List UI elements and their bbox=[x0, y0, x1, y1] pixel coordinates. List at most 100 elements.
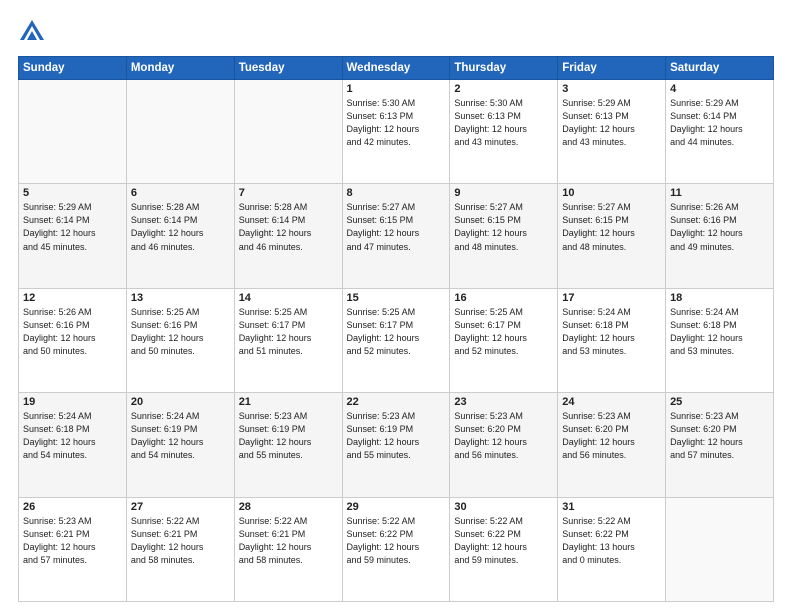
col-saturday: Saturday bbox=[666, 57, 774, 80]
day-number-25: 25 bbox=[670, 396, 769, 408]
week-row-1: 1 Sunrise: 5:30 AM Sunset: 6:13 PM Daylig… bbox=[19, 80, 774, 184]
day-number-10: 10 bbox=[562, 187, 661, 199]
col-tuesday: Tuesday bbox=[234, 57, 342, 80]
day-info-10: Sunrise: 5:27 AM Sunset: 6:15 PM Dayligh… bbox=[562, 201, 661, 253]
day-info-22: Sunrise: 5:23 AM Sunset: 6:19 PM Dayligh… bbox=[347, 410, 446, 462]
calendar-cell-3-4: 15Sunrise: 5:25 AM Sunset: 6:17 PM Dayli… bbox=[342, 288, 450, 392]
calendar-cell-4-6: 24 Sunrise: 5:23 AM Sunset: 6:20 PM Dayli… bbox=[558, 393, 666, 497]
day-number-20: 20 bbox=[131, 396, 230, 408]
calendar-cell-1-7: 4 Sunrise: 5:29 AM Sunset: 6:14 PM Daylig… bbox=[666, 80, 774, 184]
day-number-6: 6 bbox=[131, 187, 230, 199]
day-info-14: Sunrise: 5:25 AM Sunset: 6:17 PM Dayligh… bbox=[239, 306, 338, 358]
col-friday: Friday bbox=[558, 57, 666, 80]
calendar-cell-2-6: 10 Sunrise: 5:27 AM Sunset: 6:15 PM Dayli… bbox=[558, 184, 666, 288]
day-number-8: 8 bbox=[347, 187, 446, 199]
day-info-4: Sunrise: 5:29 AM Sunset: 6:14 PM Dayligh… bbox=[670, 97, 769, 149]
calendar-cell-5-6: 31 Sunrise: 5:22 AM Sunset: 6:22 PM Dayli… bbox=[558, 497, 666, 601]
day-number-31: 31 bbox=[562, 501, 661, 513]
calendar-cell-5-2: 27 Sunrise: 5:22 AM Sunset: 6:21 PM Dayli… bbox=[126, 497, 234, 601]
calendar-cell-3-6: 17 Sunrise: 5:24 AM Sunset: 6:18 PM Dayli… bbox=[558, 288, 666, 392]
day-info-7: Sunrise: 5:28 AM Sunset: 6:14 PM Dayligh… bbox=[239, 201, 338, 253]
logo-icon bbox=[18, 18, 46, 46]
day-info-16: Sunrise: 5:25 AM Sunset: 6:17 PM Dayligh… bbox=[454, 306, 553, 358]
day-info-28: Sunrise: 5:22 AM Sunset: 6:21 PM Dayligh… bbox=[239, 515, 338, 567]
day-info-20: Sunrise: 5:24 AM Sunset: 6:19 PM Dayligh… bbox=[131, 410, 230, 462]
week-row-5: 26 Sunrise: 5:23 AM Sunset: 6:21 PM Dayli… bbox=[19, 497, 774, 601]
week-row-3: 12 Sunrise: 5:26 AM Sunset: 6:16 PM Dayli… bbox=[19, 288, 774, 392]
day-number-26: 26 bbox=[23, 501, 122, 513]
day-number-21: 21 bbox=[239, 396, 338, 408]
header bbox=[18, 18, 774, 46]
day-number-19: 19 bbox=[23, 396, 122, 408]
day-info-27: Sunrise: 5:22 AM Sunset: 6:21 PM Dayligh… bbox=[131, 515, 230, 567]
day-number-13: 13 bbox=[131, 292, 230, 304]
day-info-31: Sunrise: 5:22 AM Sunset: 6:22 PM Dayligh… bbox=[562, 515, 661, 567]
day-number-24: 24 bbox=[562, 396, 661, 408]
col-wednesday: Wednesday bbox=[342, 57, 450, 80]
calendar-cell-1-4: 1 Sunrise: 5:30 AM Sunset: 6:13 PM Daylig… bbox=[342, 80, 450, 184]
calendar-cell-4-2: 20 Sunrise: 5:24 AM Sunset: 6:19 PM Dayli… bbox=[126, 393, 234, 497]
day-info-2: Sunrise: 5:30 AM Sunset: 6:13 PM Dayligh… bbox=[454, 97, 553, 149]
calendar-cell-3-5: 16 Sunrise: 5:25 AM Sunset: 6:17 PM Dayli… bbox=[450, 288, 558, 392]
day-info-21: Sunrise: 5:23 AM Sunset: 6:19 PM Dayligh… bbox=[239, 410, 338, 462]
day-number-17: 17 bbox=[562, 292, 661, 304]
calendar-cell-2-5: 9Sunrise: 5:27 AM Sunset: 6:15 PM Daylig… bbox=[450, 184, 558, 288]
calendar-cell-2-4: 8Sunrise: 5:27 AM Sunset: 6:15 PM Daylig… bbox=[342, 184, 450, 288]
day-number-12: 12 bbox=[23, 292, 122, 304]
day-number-1: 1 bbox=[347, 83, 446, 95]
day-info-12: Sunrise: 5:26 AM Sunset: 6:16 PM Dayligh… bbox=[23, 306, 122, 358]
week-row-4: 19 Sunrise: 5:24 AM Sunset: 6:18 PM Dayli… bbox=[19, 393, 774, 497]
calendar-cell-5-4: 29 Sunrise: 5:22 AM Sunset: 6:22 PM Dayli… bbox=[342, 497, 450, 601]
day-number-22: 22 bbox=[347, 396, 446, 408]
calendar-cell-5-7 bbox=[666, 497, 774, 601]
day-number-29: 29 bbox=[347, 501, 446, 513]
col-thursday: Thursday bbox=[450, 57, 558, 80]
day-number-3: 3 bbox=[562, 83, 661, 95]
day-number-4: 4 bbox=[670, 83, 769, 95]
calendar-cell-5-5: 30Sunrise: 5:22 AM Sunset: 6:22 PM Dayli… bbox=[450, 497, 558, 601]
day-info-1: Sunrise: 5:30 AM Sunset: 6:13 PM Dayligh… bbox=[347, 97, 446, 149]
day-number-16: 16 bbox=[454, 292, 553, 304]
calendar-cell-3-3: 14Sunrise: 5:25 AM Sunset: 6:17 PM Dayli… bbox=[234, 288, 342, 392]
day-info-29: Sunrise: 5:22 AM Sunset: 6:22 PM Dayligh… bbox=[347, 515, 446, 567]
calendar-cell-2-2: 6 Sunrise: 5:28 AM Sunset: 6:14 PM Daylig… bbox=[126, 184, 234, 288]
day-number-27: 27 bbox=[131, 501, 230, 513]
day-info-26: Sunrise: 5:23 AM Sunset: 6:21 PM Dayligh… bbox=[23, 515, 122, 567]
day-info-17: Sunrise: 5:24 AM Sunset: 6:18 PM Dayligh… bbox=[562, 306, 661, 358]
page: Sunday Monday Tuesday Wednesday Thursday… bbox=[0, 0, 792, 612]
day-info-19: Sunrise: 5:24 AM Sunset: 6:18 PM Dayligh… bbox=[23, 410, 122, 462]
calendar-cell-1-2 bbox=[126, 80, 234, 184]
day-number-5: 5 bbox=[23, 187, 122, 199]
day-info-30: Sunrise: 5:22 AM Sunset: 6:22 PM Dayligh… bbox=[454, 515, 553, 567]
calendar-cell-1-6: 3 Sunrise: 5:29 AM Sunset: 6:13 PM Daylig… bbox=[558, 80, 666, 184]
day-number-18: 18 bbox=[670, 292, 769, 304]
calendar-cell-3-2: 13 Sunrise: 5:25 AM Sunset: 6:16 PM Dayli… bbox=[126, 288, 234, 392]
day-number-11: 11 bbox=[670, 187, 769, 199]
weekday-header-row: Sunday Monday Tuesday Wednesday Thursday… bbox=[19, 57, 774, 80]
day-info-3: Sunrise: 5:29 AM Sunset: 6:13 PM Dayligh… bbox=[562, 97, 661, 149]
calendar-cell-1-1 bbox=[19, 80, 127, 184]
day-info-13: Sunrise: 5:25 AM Sunset: 6:16 PM Dayligh… bbox=[131, 306, 230, 358]
calendar-cell-1-3 bbox=[234, 80, 342, 184]
calendar-cell-4-7: 25 Sunrise: 5:23 AM Sunset: 6:20 PM Dayli… bbox=[666, 393, 774, 497]
col-sunday: Sunday bbox=[19, 57, 127, 80]
logo bbox=[18, 18, 50, 46]
calendar-cell-1-5: 2 Sunrise: 5:30 AM Sunset: 6:13 PM Daylig… bbox=[450, 80, 558, 184]
day-number-23: 23 bbox=[454, 396, 553, 408]
calendar-cell-2-3: 7 Sunrise: 5:28 AM Sunset: 6:14 PM Daylig… bbox=[234, 184, 342, 288]
day-info-25: Sunrise: 5:23 AM Sunset: 6:20 PM Dayligh… bbox=[670, 410, 769, 462]
day-info-18: Sunrise: 5:24 AM Sunset: 6:18 PM Dayligh… bbox=[670, 306, 769, 358]
day-number-2: 2 bbox=[454, 83, 553, 95]
calendar-cell-5-3: 28Sunrise: 5:22 AM Sunset: 6:21 PM Dayli… bbox=[234, 497, 342, 601]
day-info-6: Sunrise: 5:28 AM Sunset: 6:14 PM Dayligh… bbox=[131, 201, 230, 253]
col-monday: Monday bbox=[126, 57, 234, 80]
calendar-cell-4-4: 22 Sunrise: 5:23 AM Sunset: 6:19 PM Dayli… bbox=[342, 393, 450, 497]
calendar-cell-3-1: 12 Sunrise: 5:26 AM Sunset: 6:16 PM Dayli… bbox=[19, 288, 127, 392]
calendar: Sunday Monday Tuesday Wednesday Thursday… bbox=[18, 56, 774, 602]
day-info-24: Sunrise: 5:23 AM Sunset: 6:20 PM Dayligh… bbox=[562, 410, 661, 462]
calendar-cell-4-1: 19 Sunrise: 5:24 AM Sunset: 6:18 PM Dayli… bbox=[19, 393, 127, 497]
week-row-2: 5 Sunrise: 5:29 AM Sunset: 6:14 PM Daylig… bbox=[19, 184, 774, 288]
calendar-cell-3-7: 18 Sunrise: 5:24 AM Sunset: 6:18 PM Dayli… bbox=[666, 288, 774, 392]
day-info-5: Sunrise: 5:29 AM Sunset: 6:14 PM Dayligh… bbox=[23, 201, 122, 253]
day-number-7: 7 bbox=[239, 187, 338, 199]
